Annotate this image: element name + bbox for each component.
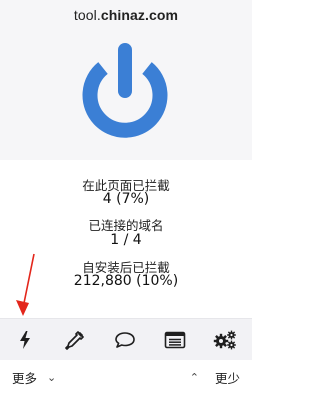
header-section: tool.chinaz.com [0, 0, 252, 160]
chat-bubble-icon [115, 332, 135, 348]
list-window-icon [164, 331, 186, 349]
more-button[interactable]: 更多 ⌄ [12, 368, 56, 386]
less-button[interactable]: ⌃ 更少 [190, 368, 240, 386]
annotation-arrow-icon [16, 253, 35, 316]
gears-icon [213, 330, 236, 350]
hostname-domain: chinaz.com [100, 7, 179, 23]
lightning-icon [20, 331, 30, 349]
domains-connected-value: 1 / 4 [110, 232, 142, 248]
hostname-prefix: tool. [73, 7, 101, 23]
toolbar [0, 318, 252, 360]
eyedropper-icon [65, 331, 84, 350]
dashboard-button[interactable] [200, 319, 250, 361]
zapper-tool-button[interactable] [0, 319, 50, 361]
more-label: 更多 [12, 370, 38, 386]
blocked-on-page-value: 4 (7%) [102, 191, 150, 207]
hostname: tool.chinaz.com [0, 7, 252, 23]
report-issue-button[interactable] [100, 319, 150, 361]
element-picker-button[interactable] [50, 319, 100, 361]
logger-button[interactable] [150, 319, 200, 361]
footer-bar: 更多 ⌄ ⌃ 更少 [0, 360, 252, 393]
chevron-down-icon: ⌄ [47, 370, 57, 384]
chevron-up-icon: ⌃ [189, 370, 199, 384]
power-icon[interactable] [80, 36, 170, 140]
less-label: 更少 [214, 370, 240, 386]
